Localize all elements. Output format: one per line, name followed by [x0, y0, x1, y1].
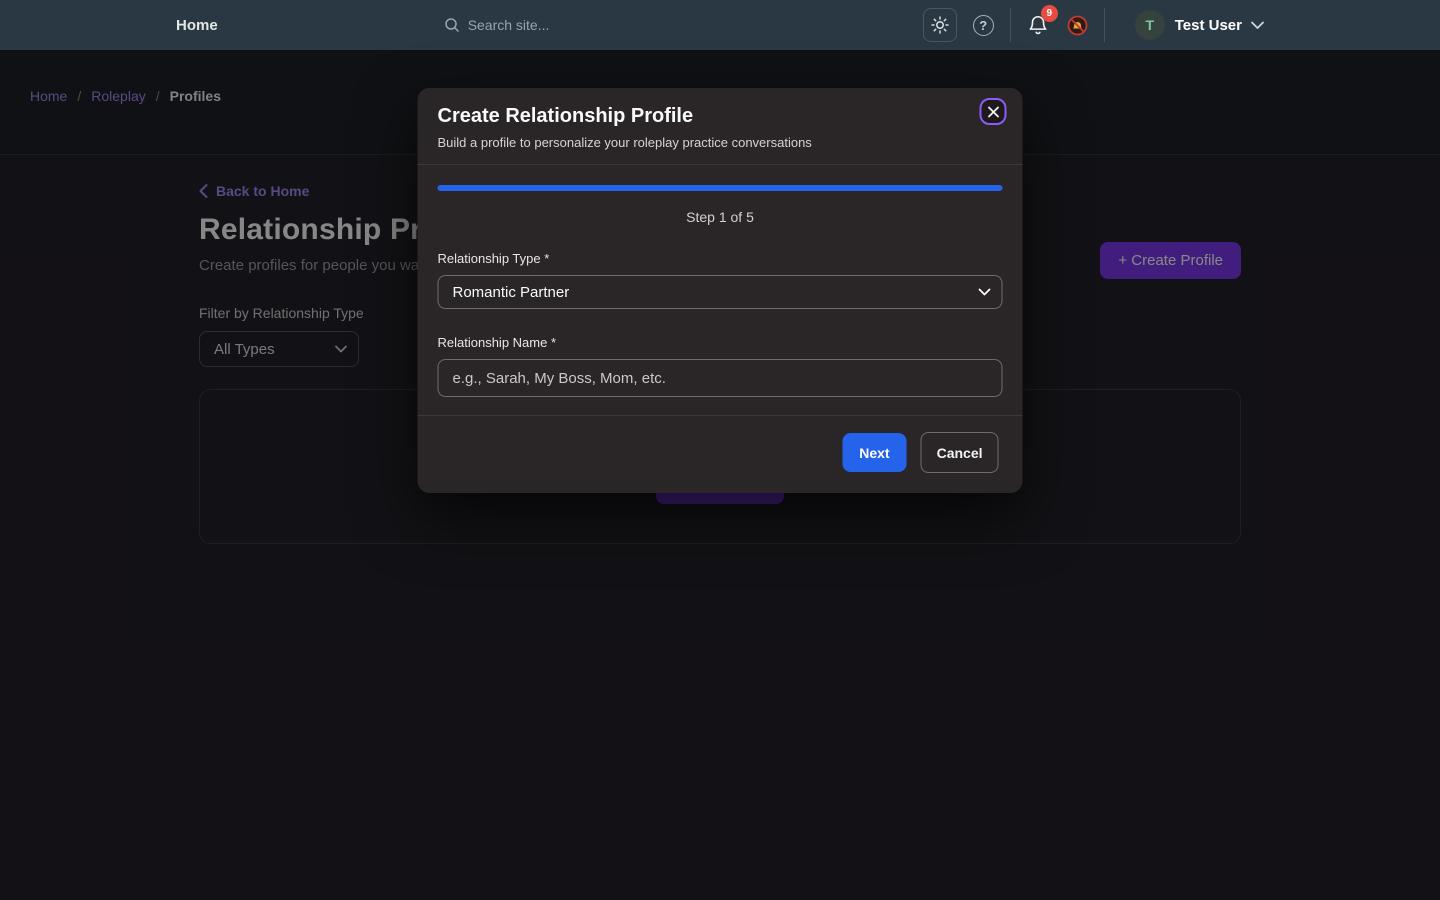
modal-title: Create Relationship Profile	[438, 105, 1003, 128]
notification-badge: 9	[1041, 5, 1058, 22]
notifications-button[interactable]: 9	[1027, 14, 1049, 36]
relationship-type-select-wrap: Romantic Partner	[438, 275, 1003, 309]
user-name[interactable]: Test User	[1175, 17, 1242, 34]
search-input[interactable]: Search site...	[444, 17, 550, 33]
close-icon	[987, 106, 999, 118]
relationship-type-select[interactable]: Romantic Partner	[438, 275, 1003, 309]
modal-header: Create Relationship Profile Build a prof…	[418, 88, 1023, 165]
search-placeholder: Search site...	[468, 17, 550, 33]
modal-subtitle: Build a profile to personalize your role…	[438, 135, 1003, 150]
question-mark-icon: ?	[979, 18, 987, 33]
user-avatar[interactable]: T	[1135, 10, 1165, 40]
progress-bar	[438, 185, 1003, 191]
theme-toggle-button[interactable]	[923, 8, 957, 42]
close-button[interactable]	[980, 98, 1007, 125]
chevron-down-icon[interactable]	[1251, 21, 1264, 30]
navbar-divider	[1010, 8, 1011, 42]
create-relationship-profile-modal: Create Relationship Profile Build a prof…	[418, 88, 1023, 493]
muted-bell-icon	[1067, 15, 1088, 36]
navbar-actions: ? 9	[923, 8, 1264, 42]
modal-footer: Next Cancel	[418, 415, 1023, 493]
top-navbar: Home Search site...	[0, 0, 1440, 50]
cancel-button[interactable]: Cancel	[921, 432, 999, 473]
sun-icon	[931, 16, 949, 34]
navbar-divider	[1104, 8, 1105, 42]
nav-home-link[interactable]: Home	[176, 17, 218, 34]
search-icon	[444, 17, 460, 33]
navbar-inner: Home Search site...	[176, 0, 1264, 50]
relationship-type-label: Relationship Type *	[438, 251, 1003, 266]
modal-body: Step 1 of 5 Relationship Type * Romantic…	[418, 165, 1023, 415]
relationship-name-label: Relationship Name *	[438, 335, 1003, 350]
avatar-initial: T	[1145, 17, 1154, 33]
help-button[interactable]: ?	[973, 15, 994, 36]
notifications-muted-button[interactable]	[1067, 15, 1088, 36]
next-button[interactable]: Next	[842, 433, 906, 472]
step-indicator: Step 1 of 5	[438, 209, 1003, 225]
relationship-name-input[interactable]	[438, 359, 1003, 397]
